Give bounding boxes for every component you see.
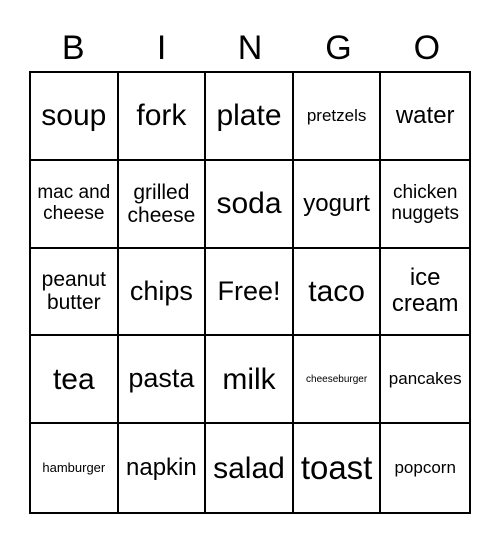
bingo-cell: cheeseburger	[293, 336, 382, 425]
bingo-cell: fork	[118, 73, 207, 161]
free-space: Free!	[206, 248, 294, 337]
bingo-cell: mac and cheese	[31, 160, 119, 249]
bingo-cell: pretzels	[293, 73, 382, 161]
header-letter-o: O	[413, 29, 441, 67]
bingo-cell: pasta	[118, 336, 207, 425]
header-letter-g: G	[325, 29, 352, 67]
bingo-cell: peanut butter	[31, 248, 119, 337]
bingo-cell: soda	[206, 160, 294, 249]
bingo-cell: toast	[294, 424, 382, 512]
bingo-cell: water	[381, 73, 469, 161]
header-letter-i: I	[156, 29, 167, 67]
bingo-cell: popcorn	[394, 457, 456, 477]
bingo-cell: pancakes	[381, 336, 469, 425]
bingo-grid: soup fork plate pretzels water mac and c…	[29, 71, 471, 514]
bingo-cell: milk	[206, 336, 294, 425]
bingo-cell: ice cream	[381, 249, 469, 337]
bingo-cell: yogurt	[293, 160, 382, 249]
header-letter-n: N	[237, 29, 263, 67]
bingo-cell: plate	[206, 73, 294, 161]
bingo-cell: napkin	[119, 424, 207, 512]
bingo-cell: chips	[118, 248, 207, 337]
bingo-cell: tea	[31, 336, 119, 425]
header-letter-b: B	[61, 29, 85, 67]
bingo-cell: hamburger	[31, 424, 119, 512]
bingo-cell: chicken nuggets	[381, 161, 469, 249]
bingo-cell: taco	[293, 248, 382, 337]
bingo-cell: grilled cheese	[118, 160, 207, 249]
bingo-cell: soup	[31, 73, 119, 161]
bingo-header: B I N G O	[29, 26, 471, 70]
bingo-cell: salad	[206, 424, 294, 512]
